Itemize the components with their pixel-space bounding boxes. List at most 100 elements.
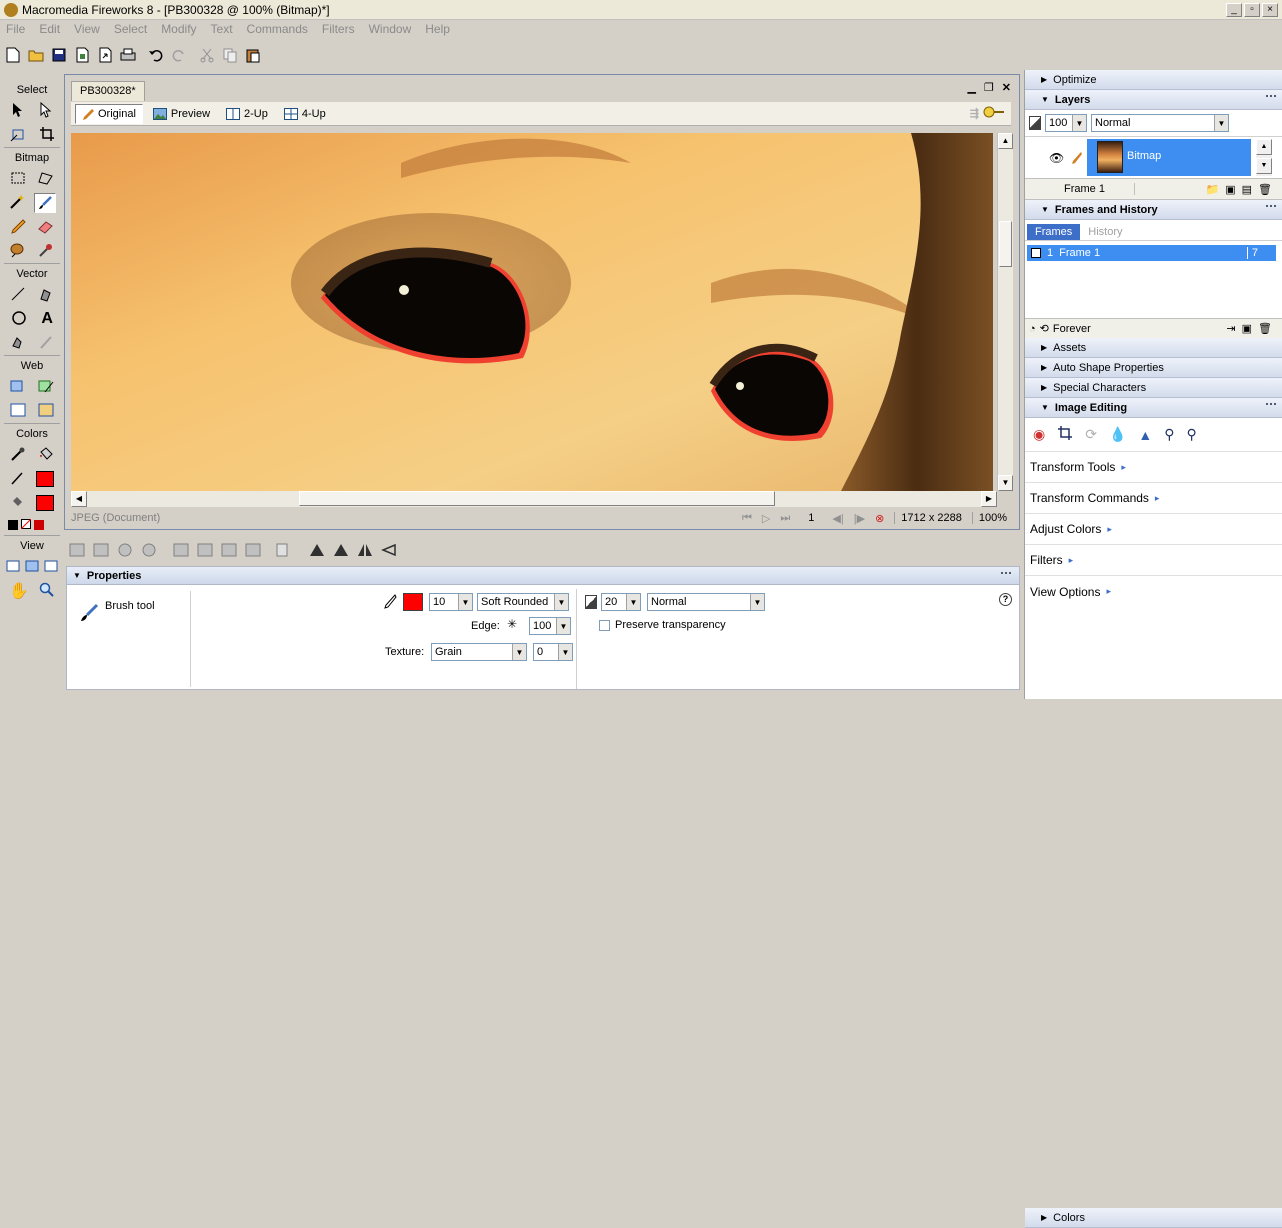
tab-preview[interactable]: Preview (147, 104, 216, 124)
first-frame-button[interactable]: ⏮ (742, 512, 752, 525)
scale-tool-icon[interactable] (10, 126, 28, 145)
play-button[interactable]: ▷ (762, 512, 770, 525)
stroke-size-dropdown-icon[interactable]: ▼ (458, 594, 472, 610)
loop-icon[interactable]: ⟲ (1040, 322, 1049, 335)
optimize-panel-header[interactable]: ▶ Optimize (1025, 70, 1282, 90)
eyedropper-tool-icon[interactable] (10, 446, 26, 465)
edge-dropdown-icon[interactable]: ▼ (556, 618, 570, 634)
onion-skin-icon[interactable]: ◔ (1029, 323, 1036, 335)
rotate-cw-icon[interactable] (330, 539, 352, 561)
frame-row-selected[interactable]: 1 Frame 1 7 (1027, 245, 1276, 261)
text-tool-icon[interactable]: A (41, 310, 53, 328)
hand-tool-icon[interactable]: ✋ (9, 581, 29, 601)
layers-options-icon[interactable] (1266, 95, 1276, 103)
canvas-horizontal-scrollbar[interactable]: ◀ ▶ (71, 491, 997, 507)
layer-blend-dropdown[interactable]: Normal ▼ (1091, 114, 1229, 132)
frames-options-icon[interactable] (1266, 205, 1276, 213)
close-button[interactable]: × (1262, 2, 1278, 17)
opacity-dropdown-icon[interactable]: ▼ (626, 594, 640, 610)
standard-screen-icon[interactable] (6, 560, 20, 575)
layers-scroll-down[interactable]: ▼ (1256, 158, 1272, 174)
blend-mode-chevron-icon[interactable]: ▼ (750, 594, 764, 610)
scroll-thumb-vertical[interactable] (999, 221, 1012, 267)
blur-tool-icon[interactable] (9, 242, 27, 261)
bring-forward-icon[interactable] (194, 539, 216, 561)
help-icon[interactable]: ? (999, 593, 1012, 606)
layers-scroll-up[interactable]: ▲ (1256, 139, 1272, 155)
hotspot-tool-icon[interactable] (9, 378, 27, 397)
last-frame-button[interactable]: ⏭ (780, 512, 790, 525)
zoom-level[interactable]: 100% (971, 512, 1013, 524)
layer-list-scrollbar[interactable]: ▲ ▼ (1256, 139, 1272, 176)
menu-file[interactable]: File (6, 22, 25, 36)
image-editing-options-icon[interactable] (1266, 403, 1276, 411)
layers-frame-label[interactable]: Frame 1 (1035, 183, 1135, 195)
marquee-tool-icon[interactable] (10, 170, 26, 189)
rotate-ccw-icon[interactable] (306, 539, 328, 561)
tab-history[interactable]: History (1080, 224, 1130, 240)
blend-mode-dropdown[interactable]: Normal ▼ (647, 593, 765, 611)
auto-shape-panel-header[interactable]: ▶ Auto Shape Properties (1025, 358, 1282, 378)
menu-help[interactable]: Help (425, 22, 450, 36)
slice-tool-icon[interactable] (37, 378, 55, 397)
doc-close-button[interactable]: ✕ (1002, 81, 1011, 94)
send-backward-icon[interactable] (218, 539, 240, 561)
transform-tools-link[interactable]: Transform Tools ▸ (1025, 452, 1282, 483)
split-icon[interactable] (138, 539, 160, 561)
stroke-tip-dropdown[interactable]: Soft Rounded ▼ (477, 593, 569, 611)
tab-4up[interactable]: 4-Up (278, 104, 332, 124)
tab-original[interactable]: Original (75, 103, 143, 124)
new-layer-icon[interactable]: ▣ (1225, 183, 1235, 196)
menu-window[interactable]: Window (369, 22, 412, 36)
edge-field[interactable]: 100 ▼ (529, 617, 571, 635)
new-sublayer-icon[interactable]: 📁 (1206, 183, 1220, 196)
menu-commands[interactable]: Commands (247, 22, 308, 36)
show-slices-icon[interactable] (38, 403, 54, 420)
pencil-tool-icon[interactable] (10, 218, 26, 237)
full-screen-icon[interactable] (44, 560, 58, 575)
transform-commands-link[interactable]: Transform Commands ▸ (1025, 483, 1282, 514)
menu-select[interactable]: Select (114, 22, 147, 36)
scroll-right-button[interactable]: ▶ (981, 491, 997, 507)
quick-export-icon[interactable]: ⇶ (970, 107, 979, 120)
image-editing-panel-header[interactable]: ▼ Image Editing (1025, 398, 1282, 418)
group-icon[interactable] (66, 539, 88, 561)
new-file-icon[interactable] (2, 44, 24, 66)
bring-to-front-icon[interactable] (170, 539, 192, 561)
layer-blend-chevron-icon[interactable]: ▼ (1214, 115, 1228, 131)
rubber-stamp-icon[interactable] (37, 242, 55, 261)
menu-modify[interactable]: Modify (161, 22, 196, 36)
fill-color-swatch[interactable] (36, 495, 54, 511)
restore-button[interactable]: ▫ (1244, 2, 1260, 17)
join-icon[interactable] (114, 539, 136, 561)
crop-icon[interactable] (1057, 425, 1073, 444)
scroll-up-button[interactable]: ▲ (998, 133, 1013, 149)
menu-view[interactable]: View (74, 22, 100, 36)
properties-stroke-swatch[interactable] (403, 593, 423, 611)
import-icon[interactable] (71, 44, 93, 66)
menu-filters[interactable]: Filters (322, 22, 355, 36)
colors-panel-header[interactable]: ▶ Colors (1025, 1208, 1282, 1228)
sharpen-icon[interactable]: ▲ (1138, 427, 1152, 443)
assets-panel-header[interactable]: ▶ Assets (1025, 338, 1282, 358)
eraser-tool-icon[interactable] (37, 218, 55, 237)
minimize-button[interactable]: _ (1226, 2, 1242, 17)
frames-history-panel-header[interactable]: ▼ Frames and History (1025, 200, 1282, 220)
align-icon[interactable] (274, 539, 296, 561)
pointer-tool-icon[interactable] (11, 102, 25, 121)
subselection-tool-icon[interactable] (39, 101, 53, 121)
tab-frames[interactable]: Frames (1027, 224, 1081, 240)
replace-color-icon[interactable]: ⟳ (1085, 426, 1097, 443)
flip-horizontal-icon[interactable] (354, 539, 376, 561)
open-folder-icon[interactable] (25, 44, 47, 66)
brush-tool-icon[interactable] (33, 193, 56, 213)
frame-delay[interactable]: 7 (1246, 247, 1276, 259)
layer-row-selected[interactable]: Bitmap (1087, 139, 1251, 176)
magic-wand-icon[interactable] (9, 194, 25, 213)
texture-dropdown[interactable]: Grain ▼ (431, 643, 527, 661)
doc-restore-button[interactable]: ❐ (984, 81, 994, 94)
print-icon[interactable] (117, 44, 139, 66)
knife-tool-icon[interactable] (38, 334, 54, 353)
flip-vertical-icon[interactable] (378, 539, 400, 561)
page-options-icon[interactable] (983, 105, 1011, 122)
